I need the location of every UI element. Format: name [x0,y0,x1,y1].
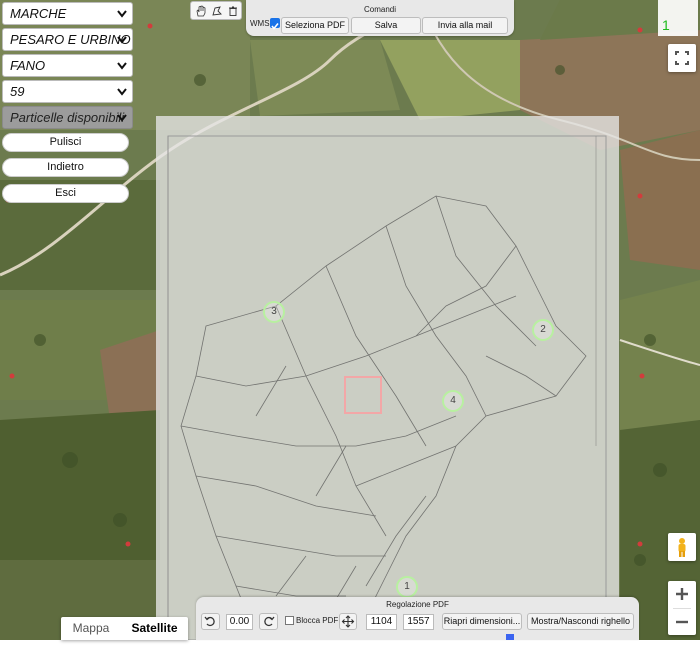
rotate-right-button[interactable] [259,613,278,630]
lock-pdf-label: Blocca PDF [296,616,339,625]
rotate-left-icon [204,616,215,627]
cluster-count: 2 [540,324,546,335]
zoom-control [668,581,696,635]
draw-shape-icon[interactable] [211,5,223,17]
fullscreen-icon [675,51,689,65]
select-pdf-button[interactable]: Seleziona PDF [281,17,349,34]
counter-box: 1 [658,0,698,36]
particelle-select[interactable]: Particelle disponibili [2,106,133,129]
rotate-right-icon [264,616,275,627]
zoom-in-icon[interactable] [668,581,696,607]
foglio-select-value: 59 [10,84,25,99]
wms-checkbox[interactable] [270,18,280,30]
wms-label: WMS [250,19,270,28]
width-value-input[interactable]: 1104 [366,614,397,630]
cluster-marker[interactable]: 3 [263,301,285,323]
chevron-down-icon [117,10,127,18]
toggle-ruler-button[interactable]: Mostra/Nascondi righello [527,613,634,630]
pdf-overlay[interactable] [156,116,619,641]
center-pdf-button[interactable] [339,613,357,630]
cadastral-map-drawing [167,135,607,641]
zoom-out-icon[interactable] [668,609,696,635]
province-select-value: PESARO E URBINO [10,32,131,47]
province-select[interactable]: PESARO E URBINO [2,28,133,51]
trash-icon[interactable] [227,5,239,17]
rotation-value-input[interactable]: 0.00 [226,614,253,630]
indietro-button[interactable]: Indietro [2,158,129,177]
cluster-marker[interactable]: 1 [396,576,418,598]
resize-button[interactable]: Riapri dimensioni... [442,613,522,630]
cluster-marker[interactable]: 4 [442,390,464,412]
cluster-marker[interactable]: 2 [532,319,554,341]
map-type-mappa[interactable]: Mappa [61,617,121,640]
lock-pdf-checkbox[interactable] [285,616,294,625]
map-type-satellite[interactable]: Satellite [121,617,188,640]
commands-panel: Comandi WMS Seleziona PDF Salva Invia al… [246,0,514,36]
map-type-control: Mappa Satellite [61,617,188,640]
save-button[interactable]: Salva [351,17,421,34]
comune-select[interactable]: FANO [2,54,133,77]
region-select-value: MARCHE [10,6,67,21]
height-value-input[interactable]: 1557 [403,614,434,630]
chevron-down-icon [117,114,127,122]
street-view-button[interactable] [668,533,696,561]
esci-button[interactable]: Esci [2,184,129,203]
drawing-toolbar [190,1,242,20]
region-select[interactable]: MARCHE [2,2,133,25]
particelle-select-value: Particelle disponibili [10,110,125,125]
move-arrows-icon [341,615,355,628]
hand-pan-icon[interactable] [195,5,207,17]
chevron-down-icon [117,62,127,70]
foglio-select[interactable]: 59 [2,80,133,103]
pdf-adjustment-panel: Regolazione PDF 0.00 Blocca PDF 1104 155… [196,597,639,640]
chevron-down-icon [117,88,127,96]
pegman-icon [678,538,686,557]
cluster-count: 3 [271,306,277,317]
cluster-count: 1 [404,581,410,592]
pulisci-button[interactable]: Pulisci [2,133,129,152]
send-mail-button[interactable]: Invia alla mail [422,17,508,34]
rotate-left-button[interactable] [201,613,220,630]
cluster-count: 4 [450,395,456,406]
pdf-adjustment-title: Regolazione PDF [386,600,449,609]
commands-title: Comandi [363,5,396,14]
fullscreen-button[interactable] [668,44,696,72]
comune-select-value: FANO [10,58,46,73]
slider-handle[interactable] [506,634,514,640]
chevron-down-icon [117,36,127,44]
selected-parcel-highlight [344,376,382,414]
counter-value: 1 [662,17,670,33]
checkmark-icon [271,23,279,30]
